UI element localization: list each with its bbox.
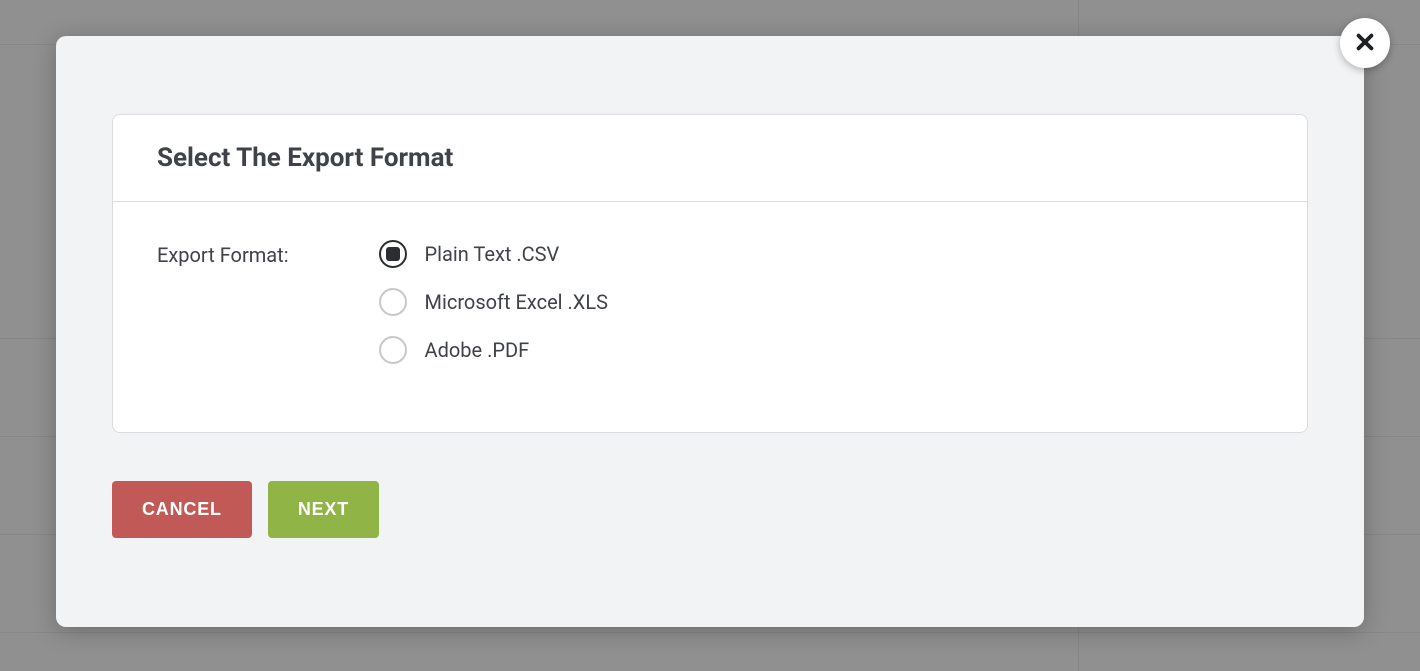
export-format-panel: Select The Export Format Export Format: …: [112, 114, 1308, 433]
export-format-label: Export Format:: [157, 240, 289, 364]
radio-label: Microsoft Excel .XLS: [425, 288, 608, 316]
next-button[interactable]: NEXT: [268, 481, 379, 538]
radio-label: Adobe .PDF: [425, 336, 530, 364]
radio-option-csv[interactable]: Plain Text .CSV: [379, 240, 608, 268]
radio-icon: [379, 240, 407, 268]
radio-label: Plain Text .CSV: [425, 240, 560, 268]
radio-icon: [379, 288, 407, 316]
panel-body: Export Format: Plain Text .CSV Microsoft…: [113, 202, 1307, 432]
export-format-dialog: Select The Export Format Export Format: …: [56, 36, 1364, 627]
export-format-radio-group: Plain Text .CSV Microsoft Excel .XLS Ado…: [379, 240, 608, 364]
close-icon: [1354, 31, 1376, 56]
panel-title: Select The Export Format: [157, 143, 1263, 173]
panel-header: Select The Export Format: [113, 115, 1307, 202]
radio-option-xls[interactable]: Microsoft Excel .XLS: [379, 288, 608, 316]
close-button[interactable]: [1340, 18, 1390, 68]
radio-option-pdf[interactable]: Adobe .PDF: [379, 336, 608, 364]
cancel-button[interactable]: CANCEL: [112, 481, 252, 538]
radio-icon: [379, 336, 407, 364]
dialog-button-row: CANCEL NEXT: [112, 481, 1308, 538]
